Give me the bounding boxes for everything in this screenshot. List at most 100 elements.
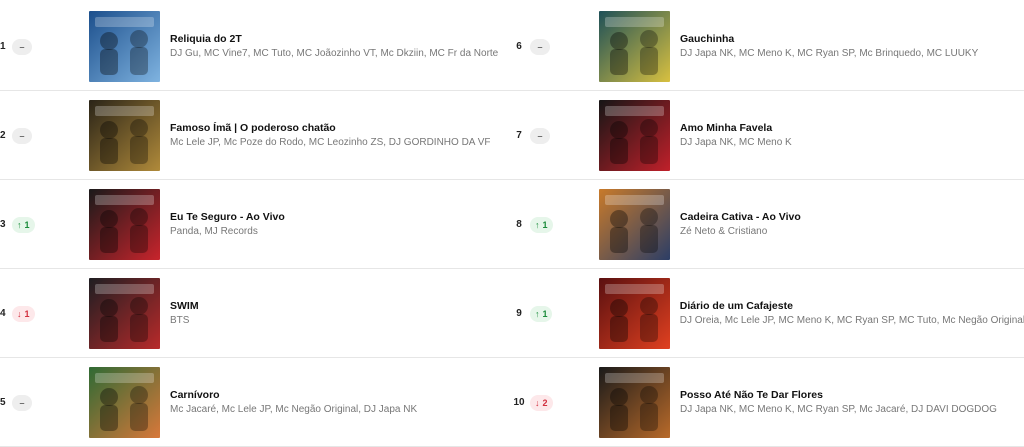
chart-entry[interactable]: 6 – Gauchinha DJ Japa NK, MC Meno K, MC Rya… [504, 2, 1024, 91]
track-title[interactable]: Diário de um Cafajeste [680, 299, 1024, 313]
track-info: SWIM BTS [170, 299, 199, 328]
album-cover-image[interactable] [89, 99, 160, 171]
arrow-up-icon: ↑ [17, 220, 22, 230]
track-title[interactable]: SWIM [170, 299, 199, 313]
album-cover-image[interactable] [599, 188, 670, 260]
rank-change-value: – [19, 42, 25, 52]
rank-number: 1 [0, 40, 6, 52]
album-cover-image[interactable] [89, 277, 160, 349]
rank-change-container: – [12, 126, 89, 144]
rank-change-badge: ↓ 1 [12, 306, 35, 322]
track-artists[interactable]: DJ Gu, MC Vine7, MC Tuto, MC Joãozinho V… [170, 47, 498, 61]
rank-change-badge: ↓ 2 [530, 395, 553, 411]
rank-number: 8 [516, 218, 522, 230]
track-artists[interactable]: DJ Japa NK, MC Meno K [680, 136, 792, 150]
album-cover-image[interactable] [89, 188, 160, 260]
album-cover-icon [89, 366, 160, 438]
rank-number: 3 [0, 218, 6, 230]
track-title[interactable]: Gauchinha [680, 32, 978, 46]
album-cover-image[interactable] [598, 277, 670, 349]
rank-change-badge: – [530, 128, 550, 144]
rank-number: 4 [0, 307, 6, 319]
track-artists[interactable]: BTS [170, 314, 199, 328]
rank-change-value: – [19, 398, 25, 408]
album-cover-icon [599, 10, 670, 82]
rank-change-container: – [12, 37, 89, 55]
track-info: Gauchinha DJ Japa NK, MC Meno K, MC Ryan … [680, 32, 978, 61]
rank-number: 6 [516, 40, 522, 52]
rank-change-container: ↑ 1 [529, 215, 599, 233]
track-info: Posso Até Não Te Dar Flores DJ Japa NK, M… [680, 388, 997, 417]
track-info: Famoso Ímã | O poderoso chatão Mc Lele JP… [170, 121, 490, 150]
chart-entry[interactable]: 1 – Reliquia do 2T DJ Gu, MC Vine7, MC Tuto… [0, 2, 504, 91]
album-cover-icon [89, 277, 160, 349]
album-cover-icon [89, 188, 160, 260]
rank-number: 10 [513, 396, 525, 408]
rank-change-value: 1 [542, 220, 548, 230]
chart-entry[interactable]: 9 ↑ 1 Diário de um Cafajeste DJ Oreia, Mc Le… [504, 269, 1024, 358]
rank-change-value: – [537, 42, 543, 52]
track-title[interactable]: Posso Até Não Te Dar Flores [680, 388, 997, 402]
rank-change-container: ↓ 2 [529, 393, 599, 411]
album-cover-icon [89, 10, 160, 82]
chart-entry[interactable]: 7 – Amo Minha Favela DJ Japa NK, MC Meno K [504, 91, 1024, 180]
track-title[interactable]: Carnívoro [170, 388, 417, 402]
chart-entry[interactable]: 5 – Carnívoro Mc Jacaré, Mc Lele JP, Mc Neg… [0, 358, 504, 447]
track-title[interactable]: Famoso Ímã | O poderoso chatão [170, 121, 490, 135]
rank-change-container: – [12, 393, 89, 411]
album-cover-image[interactable] [599, 366, 670, 438]
track-info: Carnívoro Mc Jacaré, Mc Lele JP, Mc Negão… [170, 388, 417, 417]
rank-number: 5 [0, 396, 6, 408]
track-info: Cadeira Cativa - Ao Vivo Zé Neto & Cristi… [680, 210, 801, 239]
album-cover-image[interactable] [599, 10, 670, 82]
rank-change-container: ↑ 1 [529, 304, 599, 322]
album-cover-icon [89, 99, 160, 171]
arrow-up-icon: ↑ [535, 220, 540, 230]
top-songs-chart: 1 – Reliquia do 2T DJ Gu, MC Vine7, MC Tuto… [0, 0, 1024, 447]
album-cover-icon [599, 99, 670, 171]
album-cover-icon [599, 188, 670, 260]
album-cover-icon [598, 277, 670, 349]
track-artists[interactable]: Panda, MJ Records [170, 225, 285, 239]
rank-change-value: – [537, 131, 543, 141]
rank-change-badge: ↑ 1 [529, 306, 553, 322]
track-artists[interactable]: DJ Japa NK, MC Meno K, MC Ryan SP, Mc Ja… [680, 403, 997, 417]
track-artists[interactable]: Mc Jacaré, Mc Lele JP, Mc Negão Original… [170, 403, 417, 417]
rank-number: 9 [516, 307, 522, 319]
rank-change-container: – [529, 126, 599, 144]
rank-change-container: ↓ 1 [12, 304, 89, 322]
rank-change-badge: ↑ 1 [12, 217, 35, 233]
rank-change-value: 1 [24, 220, 30, 230]
rank-number: 2 [0, 129, 6, 141]
album-cover-image[interactable] [89, 366, 160, 438]
rank-change-container: – [529, 37, 599, 55]
chart-entry[interactable]: 2 – Famoso Ímã | O poderoso chatão Mc Lele … [0, 91, 504, 180]
track-info: Diário de um Cafajeste DJ Oreia, Mc Lele … [680, 299, 1024, 328]
chart-entry[interactable]: 10 ↓ 2 Posso Até Não Te Dar Flores DJ Japa N… [504, 358, 1024, 447]
track-title[interactable]: Amo Minha Favela [680, 121, 792, 135]
chart-entry[interactable]: 3 ↑ 1 Eu Te Seguro - Ao Vivo Panda, MJ Recor… [0, 180, 504, 269]
rank-change-value: 1 [542, 309, 548, 319]
rank-change-value: 2 [542, 398, 548, 408]
track-artists[interactable]: Mc Lele JP, Mc Poze do Rodo, MC Leozinho… [170, 136, 490, 150]
rank-change-badge: – [530, 39, 550, 55]
track-title[interactable]: Reliquia do 2T [170, 32, 498, 46]
track-info: Eu Te Seguro - Ao Vivo Panda, MJ Records [170, 210, 285, 239]
chart-entry[interactable]: 8 ↑ 1 Cadeira Cativa - Ao Vivo Zé Neto & Cri… [504, 180, 1024, 269]
album-cover-image[interactable] [599, 99, 670, 171]
album-cover-image[interactable] [89, 10, 160, 82]
rank-change-value: 1 [24, 309, 30, 319]
rank-change-badge: ↑ 1 [530, 217, 553, 233]
track-artists[interactable]: DJ Oreia, Mc Lele JP, MC Meno K, MC Ryan… [680, 314, 1024, 328]
rank-change-badge: – [12, 395, 32, 411]
album-cover-icon [599, 366, 670, 438]
track-title[interactable]: Eu Te Seguro - Ao Vivo [170, 210, 285, 224]
track-artists[interactable]: DJ Japa NK, MC Meno K, MC Ryan SP, Mc Br… [680, 47, 978, 61]
track-info: Reliquia do 2T DJ Gu, MC Vine7, MC Tuto, … [170, 32, 498, 61]
rank-number: 7 [516, 129, 522, 141]
rank-change-container: ↑ 1 [12, 215, 89, 233]
track-artists[interactable]: Zé Neto & Cristiano [680, 225, 801, 239]
rank-change-value: – [19, 131, 25, 141]
track-title[interactable]: Cadeira Cativa - Ao Vivo [680, 210, 801, 224]
chart-entry[interactable]: 4 ↓ 1 SWIM BTS [0, 269, 504, 358]
